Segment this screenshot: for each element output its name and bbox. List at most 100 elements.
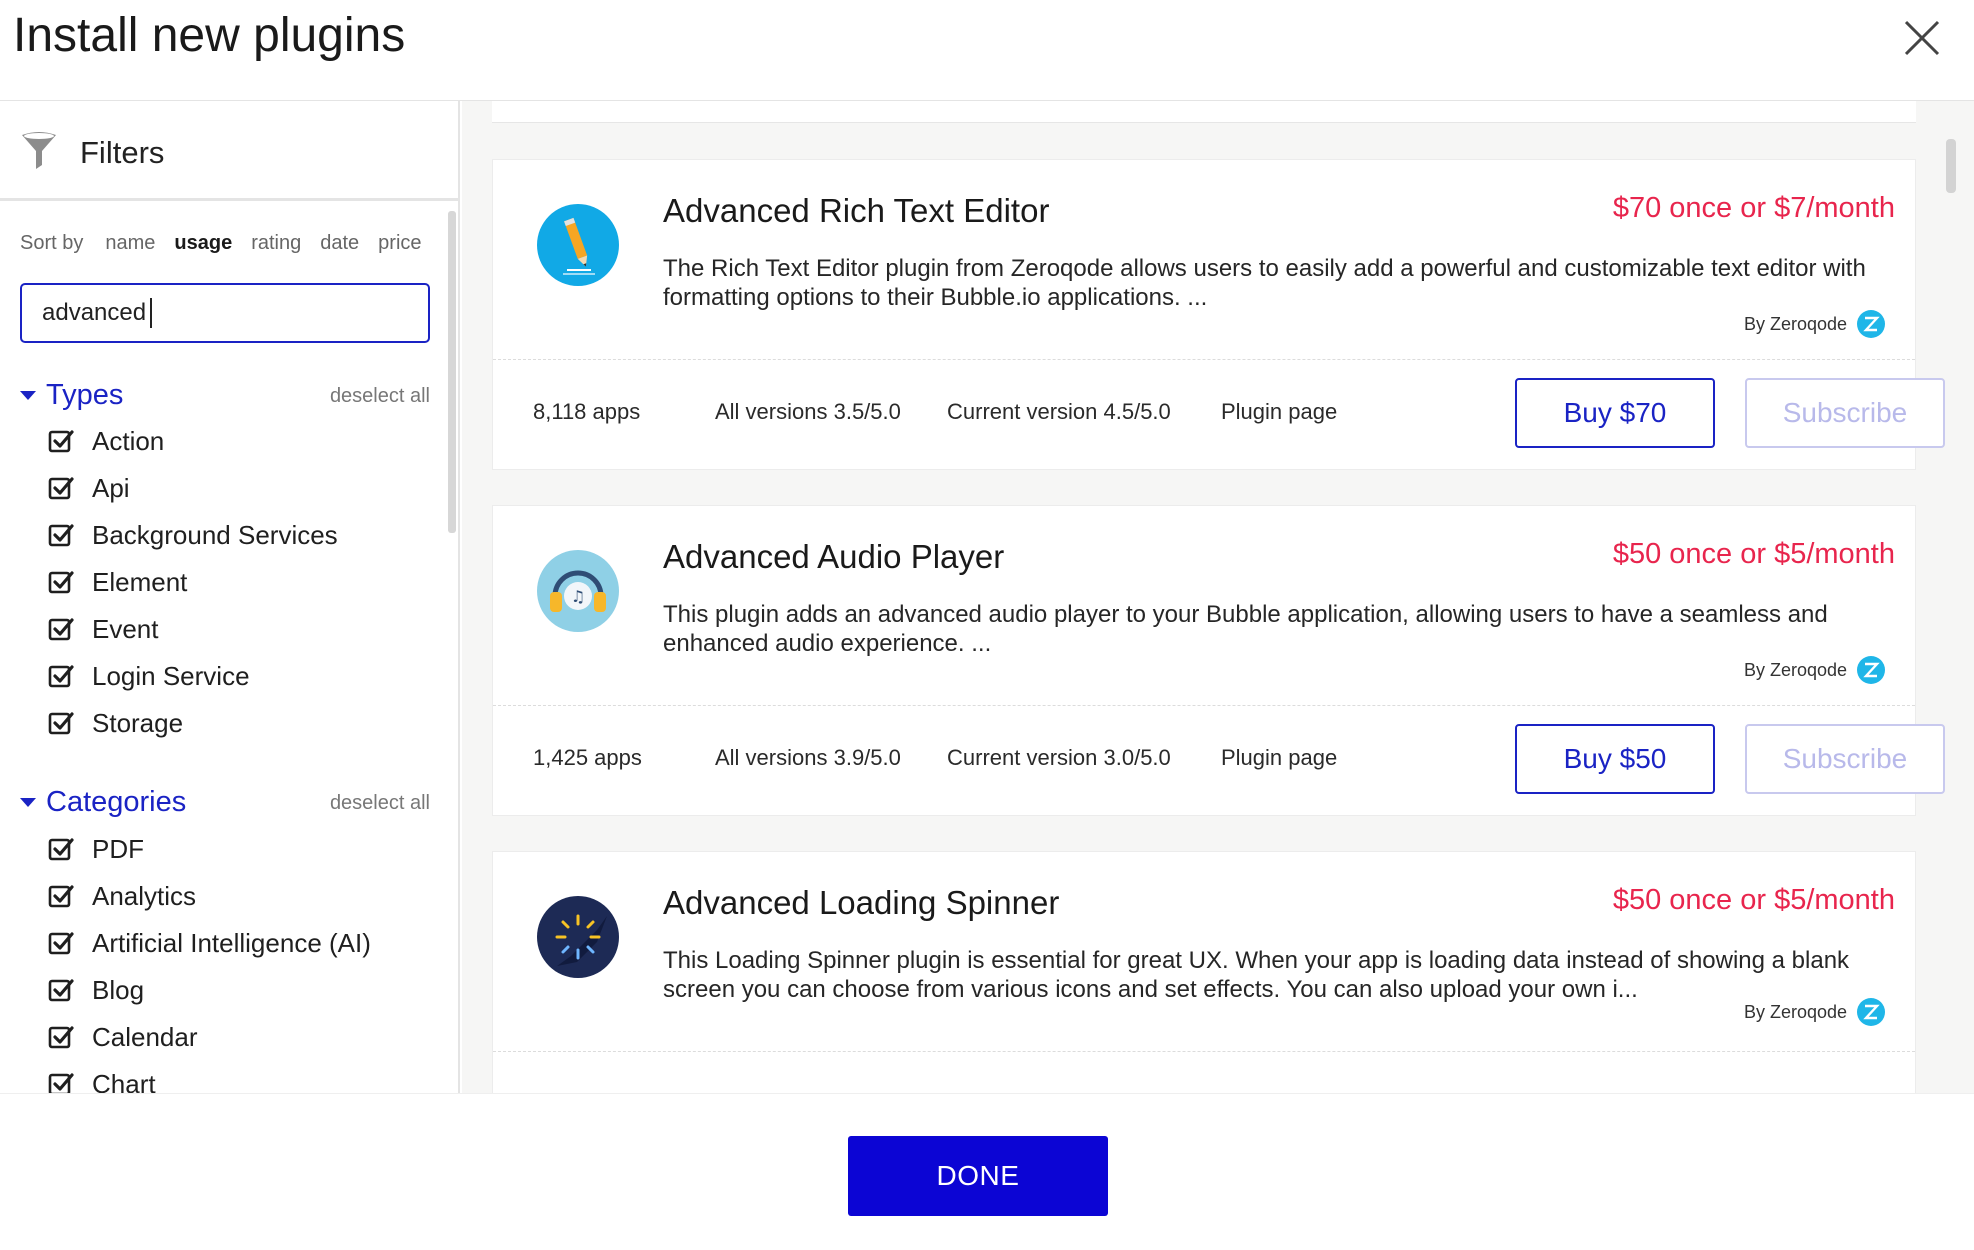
plugin-card-header: ♫ Advanced Audio Player $50 once or $5/m… xyxy=(493,506,1915,706)
search-input[interactable]: advanced xyxy=(20,283,430,343)
buy-button[interactable]: Buy $70 xyxy=(1515,378,1715,448)
type-checkbox-item[interactable]: Background Services xyxy=(48,517,338,553)
checkbox-label: Login Service xyxy=(92,660,250,691)
plugin-title[interactable]: Advanced Audio Player xyxy=(663,538,1004,576)
plugin-card: Advanced Rich Text Editor $70 once or $7… xyxy=(492,159,1945,470)
checkbox-label: Storage xyxy=(92,707,184,738)
checked-checkbox-icon[interactable] xyxy=(48,663,74,689)
checked-checkbox-icon[interactable] xyxy=(48,616,74,642)
subscribe-button[interactable]: Subscribe xyxy=(1745,724,1945,794)
plugin-app-count: 1,425 apps xyxy=(533,745,642,770)
checked-checkbox-icon[interactable] xyxy=(48,710,74,736)
buy-button[interactable]: Buy $50 xyxy=(1515,724,1715,794)
plugin-card: ♫ Advanced Audio Player $50 once or $5/m… xyxy=(492,505,1945,816)
checked-checkbox-icon[interactable] xyxy=(48,522,74,548)
dialog-header: Install new plugins xyxy=(0,0,1974,101)
filters-label: Filters xyxy=(80,135,165,170)
checked-checkbox-icon[interactable] xyxy=(48,475,74,501)
type-checkbox-item[interactable]: Action xyxy=(48,423,164,459)
checked-checkbox-icon[interactable] xyxy=(48,883,74,909)
category-checkbox-item[interactable]: PDF xyxy=(48,831,144,867)
search-value: advanced xyxy=(42,299,147,326)
checkbox-label: Action xyxy=(92,425,165,456)
plugin-card-header: Advanced Rich Text Editor $70 once or $7… xyxy=(493,160,1915,360)
plugin-price: $50 once or $5/month xyxy=(1612,538,1895,570)
sort-option-rating[interactable]: rating xyxy=(251,232,301,255)
author-label: By Zeroqode xyxy=(1743,659,1847,680)
sidebar-scrollbar[interactable] xyxy=(448,211,456,533)
install-plugins-dialog: Install new plugins Filters Sort by name… xyxy=(0,0,1974,1250)
plugin-page-link[interactable]: Plugin page xyxy=(1221,399,1337,425)
sort-option-date[interactable]: date xyxy=(320,232,359,255)
plugin-card: Advanced Loading Spinner $50 once or $5/… xyxy=(492,851,1916,1093)
plugin-author: By Zeroqode xyxy=(1744,998,1885,1026)
author-label: By Zeroqode xyxy=(1743,1001,1847,1022)
subscribe-button[interactable]: Subscribe xyxy=(1745,378,1945,448)
zeroqode-logo-icon xyxy=(1857,310,1885,338)
sort-option-name[interactable]: name xyxy=(105,232,155,255)
checkbox-label: Blog xyxy=(92,974,145,1005)
checked-checkbox-icon[interactable] xyxy=(48,428,74,454)
category-checkbox-item[interactable]: Artificial Intelligence (AI) xyxy=(48,925,371,961)
sort-option-usage[interactable]: usage xyxy=(174,232,232,255)
type-checkbox-item[interactable]: Event xyxy=(48,611,159,647)
types-deselect-all[interactable]: deselect all xyxy=(330,385,430,408)
plugin-card-footer: 8,118 apps All versions 3.5/5.0 Current … xyxy=(493,360,1945,470)
zeroqode-logo-icon xyxy=(1857,656,1885,684)
plugin-price: $50 once or $5/month xyxy=(1612,884,1895,916)
plugin-page-link[interactable]: Plugin page xyxy=(1221,745,1337,771)
type-checkbox-item[interactable]: Api xyxy=(48,470,130,506)
collapse-triangle-icon xyxy=(20,798,36,807)
checked-checkbox-icon[interactable] xyxy=(48,836,74,862)
dialog-footer: DONE xyxy=(0,1093,1974,1250)
checkbox-label: Api xyxy=(92,472,130,503)
category-checkbox-item[interactable]: Blog xyxy=(48,972,144,1008)
plugin-price: $70 once or $7/month xyxy=(1612,192,1895,224)
plugin-all-versions-rating: All versions 3.5/5.0 xyxy=(715,399,901,424)
filters-sidebar: Filters Sort by name usage rating date p… xyxy=(0,101,460,1093)
checkbox-label: Analytics xyxy=(92,880,197,911)
types-section-header[interactable]: Types deselect all xyxy=(20,377,430,413)
category-checkbox-item[interactable]: Calendar xyxy=(48,1019,198,1055)
svg-text:♫: ♫ xyxy=(571,587,585,606)
checked-checkbox-icon[interactable] xyxy=(48,930,74,956)
categories-section-header[interactable]: Categories deselect all xyxy=(20,784,430,820)
plugin-description: This Loading Spinner plugin is essential… xyxy=(663,947,1850,1003)
dialog-title: Install new plugins xyxy=(13,9,406,62)
type-checkbox-item[interactable]: Login Service xyxy=(48,658,250,694)
sort-row: Sort by name usage rating date price xyxy=(20,229,441,257)
plugin-title[interactable]: Advanced Rich Text Editor xyxy=(663,192,1049,230)
checked-checkbox-icon[interactable] xyxy=(48,1024,74,1050)
type-checkbox-item[interactable]: Element xyxy=(48,564,187,600)
list-scrollbar[interactable] xyxy=(1946,139,1956,193)
checked-checkbox-icon[interactable] xyxy=(48,569,74,595)
plugin-title[interactable]: Advanced Loading Spinner xyxy=(663,884,1059,922)
sort-option-price[interactable]: price xyxy=(378,232,421,255)
done-button[interactable]: DONE xyxy=(848,1136,1108,1216)
plugin-author: By Zeroqode xyxy=(1744,310,1885,338)
spinner-icon xyxy=(537,896,619,978)
plugin-list: Advanced Rich Text Editor $70 once or $7… xyxy=(462,101,1974,1093)
type-checkbox-item[interactable]: Storage xyxy=(48,705,183,741)
plugin-card-footer: 1,425 apps All versions 3.9/5.0 Current … xyxy=(493,706,1945,816)
plugin-card-header: Advanced Loading Spinner $50 once or $5/… xyxy=(493,852,1915,1052)
plugin-author: By Zeroqode xyxy=(1744,656,1885,684)
plugin-app-count: 8,118 apps xyxy=(533,399,641,424)
category-checkbox-item[interactable]: Chart xyxy=(48,1066,156,1093)
checkbox-label: Background Services xyxy=(92,519,338,550)
categories-title: Categories xyxy=(46,786,187,818)
close-icon[interactable] xyxy=(1900,16,1944,60)
checkbox-label: Calendar xyxy=(92,1021,198,1052)
checked-checkbox-icon[interactable] xyxy=(48,977,74,1003)
text-caret xyxy=(150,298,153,328)
headphones-icon: ♫ xyxy=(537,550,619,632)
checkbox-label: Event xyxy=(92,613,159,644)
collapse-triangle-icon xyxy=(20,391,36,400)
checkbox-label: Chart xyxy=(92,1068,156,1094)
categories-deselect-all[interactable]: deselect all xyxy=(330,792,430,815)
checked-checkbox-icon[interactable] xyxy=(48,1071,74,1093)
sort-label: Sort by xyxy=(20,231,84,254)
category-checkbox-item[interactable]: Analytics xyxy=(48,878,196,914)
plugin-current-version-rating: Current version 4.5/5.0 xyxy=(947,399,1171,424)
plugin-description: The Rich Text Editor plugin from Zeroqod… xyxy=(663,255,1866,311)
